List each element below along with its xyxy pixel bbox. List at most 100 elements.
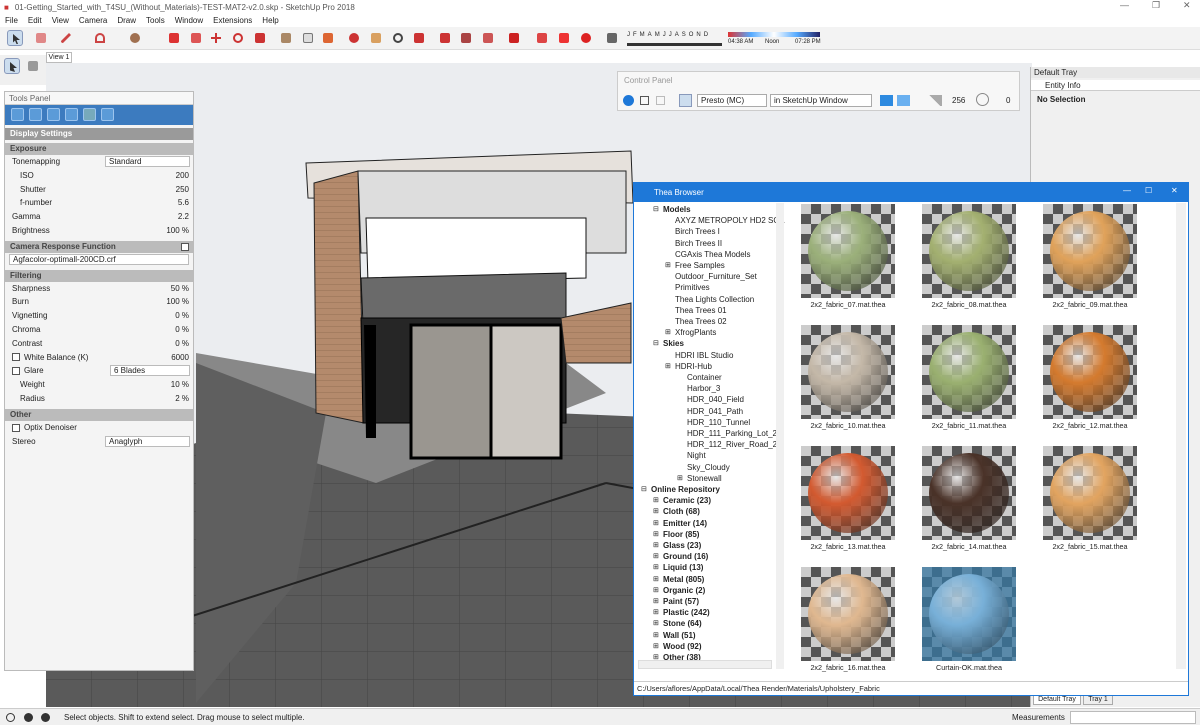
tree-expander-icon[interactable]: ⊟ [653,204,659,215]
text-icon[interactable] [300,30,316,46]
denoiser-checkbox[interactable] [12,423,20,432]
menu-item[interactable]: Tools [146,16,165,25]
crf-select[interactable]: Agfacolor-optimall-200CD.crf [9,253,189,265]
entity-info-header[interactable]: Entity Info [1031,80,1200,91]
folder-icon[interactable] [880,95,893,106]
pause-icon[interactable] [656,96,665,105]
menu-item[interactable]: Window [175,16,203,25]
menu-item[interactable]: View [52,16,69,25]
display-settings-tab-icon[interactable] [83,108,96,121]
weight-value[interactable]: 10 % [171,378,189,392]
tree-expander-icon[interactable]: ⊟ [641,484,647,495]
scale-icon[interactable] [252,30,268,46]
tree-node[interactable]: Night [687,450,706,461]
tree-node[interactable]: Primitives [675,282,710,293]
tree-node[interactable]: Stone (64) [663,618,702,629]
paint-bucket-icon[interactable] [320,30,336,46]
fnumber-value[interactable]: 5.6 [178,196,189,210]
shadows-toggle-icon[interactable] [604,30,620,46]
white-balance-checkbox[interactable] [12,353,20,362]
tree-node[interactable]: Thea Trees 01 [675,305,727,316]
extension-warehouse-icon[interactable] [458,30,474,46]
stereo-select[interactable]: Anaglyph [105,435,190,447]
tree-expander-icon[interactable]: ⊞ [653,574,659,585]
preset-select[interactable]: Presto (MC) [697,94,767,107]
tree-expander-icon[interactable]: ⊞ [653,630,659,641]
tree-expander-icon[interactable]: ⊞ [653,506,659,517]
filtering-section[interactable]: Filtering [5,269,193,282]
thea-close-icon[interactable]: ✕ [1171,186,1178,195]
tree-expander-icon[interactable]: ⊞ [653,562,659,573]
tree-scrollbar[interactable] [776,203,784,669]
tree-expander-icon[interactable]: ⊞ [653,551,659,562]
tree-node[interactable]: HDR_040_Field [687,394,744,405]
shapes-icon[interactable] [127,30,143,46]
tree-expander-icon[interactable]: ⊞ [653,641,659,652]
tree-expander-icon[interactable]: ⊞ [653,596,659,607]
menu-item[interactable]: Draw [117,16,136,25]
tree-node[interactable]: Stonewall [687,473,722,484]
material-tile[interactable]: 2x2_fabric_12.mat.thea [1043,325,1137,440]
material-tile[interactable]: 2x2_fabric_15.mat.thea [1043,446,1137,561]
sharpness-value[interactable]: 50 % [171,282,189,296]
tree-node[interactable]: Birch Trees II [675,238,722,249]
settings-tab-icon[interactable] [101,108,114,121]
other-section[interactable]: Other [5,408,193,421]
tree-node[interactable]: Free Samples [675,260,725,271]
material-tile[interactable]: 2x2_fabric_07.mat.thea [801,204,895,319]
brightness-value[interactable]: 100 % [166,224,189,238]
thea-camera-icon[interactable] [578,30,594,46]
tree-node[interactable]: Thea Lights Collection [675,294,754,305]
menu-item[interactable]: Camera [79,16,107,25]
material-tile[interactable]: Curtain-OK.mat.thea [922,567,1016,682]
tree-node[interactable]: HDRI-Hub [675,361,712,372]
glare-select[interactable]: 6 Blades [110,365,190,377]
tree-node[interactable]: Ground (16) [663,551,708,562]
measurements-input[interactable] [1070,711,1196,724]
tree-node[interactable]: HDR_041_Path [687,406,743,417]
material-tile[interactable]: 2x2_fabric_14.mat.thea [922,446,1016,561]
tree-node[interactable]: HDR_112_River_Road_2 [687,439,777,450]
gamma-value[interactable]: 2.2 [178,210,189,224]
tree-expander-icon[interactable]: ⊟ [653,338,659,349]
tree-expander-icon[interactable]: ⊞ [665,361,671,372]
render-target-select[interactable]: in SketchUp Window [770,94,872,107]
chroma-value[interactable]: 0 % [175,323,189,337]
scene-tab-view-1[interactable]: View 1 [46,52,72,63]
maximize-icon[interactable]: ❐ [1152,0,1160,11]
time-slider[interactable] [728,32,820,37]
tree-node[interactable]: AXYZ METROPOLY HD2 SCAN [675,215,785,226]
pencil-icon[interactable] [58,30,74,46]
tree-expander-icon[interactable]: ⊞ [677,473,683,484]
tree-node[interactable]: Metal (805) [663,574,704,585]
contrast-value[interactable]: 0 % [175,337,189,351]
tree-node[interactable]: Organic (2) [663,585,705,596]
crf-checkbox[interactable] [181,242,189,251]
thea-maximize-icon[interactable]: ☐ [1145,186,1152,195]
white-balance-value[interactable]: 6000 [171,351,189,365]
thea-tools-icon[interactable] [534,30,550,46]
tree-node[interactable]: Ceramic (23) [663,495,711,506]
tree-node[interactable]: Emitter (14) [663,518,707,529]
tree-node[interactable]: Floor (85) [663,529,699,540]
thea-folder-icon[interactable] [556,30,572,46]
render-tab-icon[interactable] [65,108,78,121]
tree-node[interactable]: Skies [663,338,684,349]
pan-icon[interactable] [368,30,384,46]
tree-node[interactable]: Paint (57) [663,596,699,607]
menu-item[interactable]: Extensions [213,16,252,25]
tree-expander-icon[interactable]: ⊞ [665,260,671,271]
burn-value[interactable]: 100 % [166,295,189,309]
close-icon[interactable]: ✕ [1183,0,1191,11]
zoom-extents-icon[interactable] [411,30,427,46]
menu-item[interactable]: Edit [28,16,42,25]
tree-node[interactable]: Wood (92) [663,641,702,652]
zoom-icon[interactable] [390,30,406,46]
tonemapping-select[interactable]: Standard [105,156,190,167]
tape-measure-icon[interactable] [278,30,294,46]
account-icon[interactable] [41,713,50,722]
radius-value[interactable]: 2 % [175,392,189,406]
material-tile[interactable]: 2x2_fabric_16.mat.thea [801,567,895,682]
stop-icon[interactable] [640,96,649,105]
warehouse-icon[interactable] [437,30,453,46]
